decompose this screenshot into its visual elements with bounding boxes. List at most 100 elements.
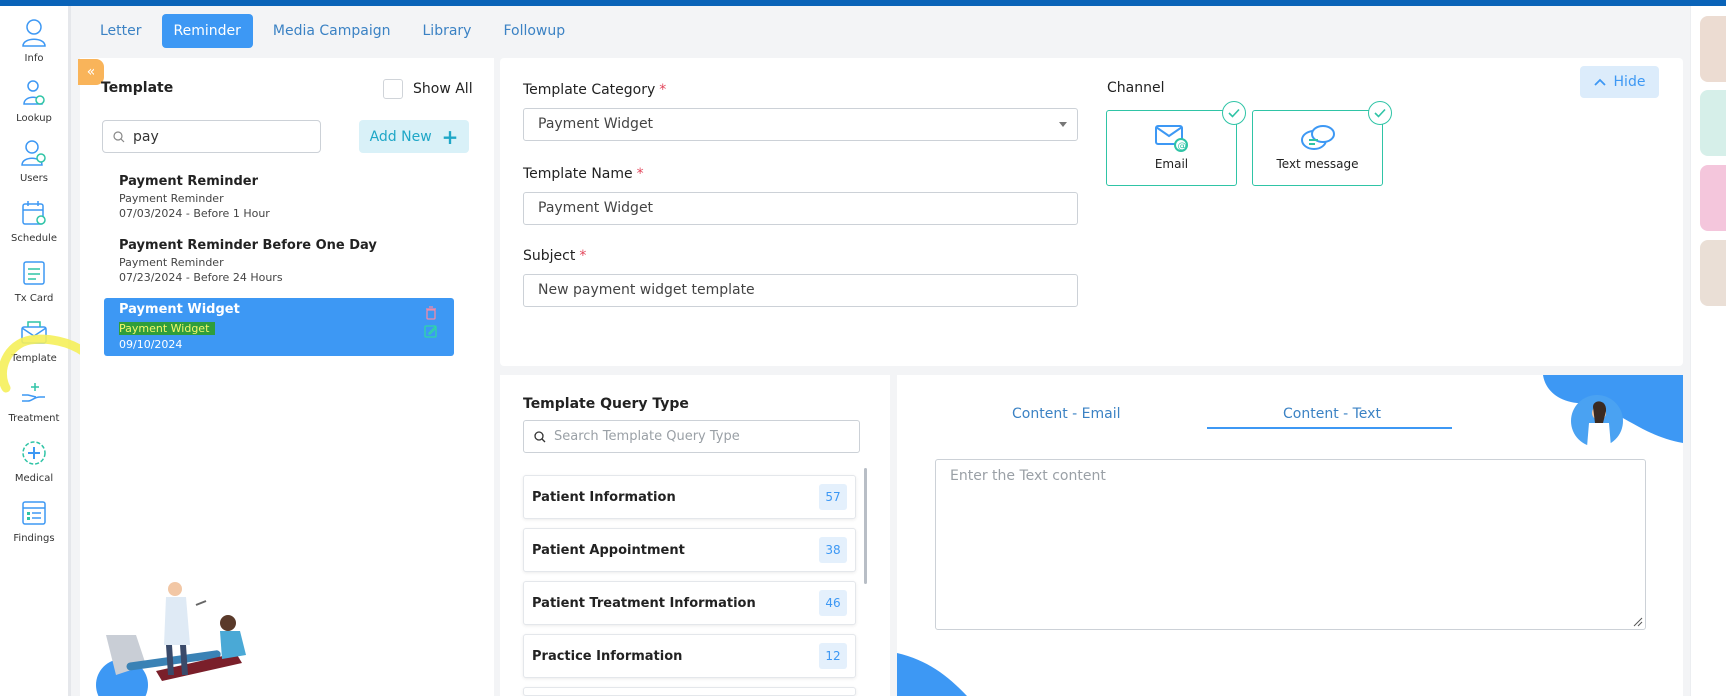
tab-reminder[interactable]: Reminder xyxy=(161,14,253,48)
nav-item-info[interactable]: Info xyxy=(0,12,68,74)
nav-label: Schedule xyxy=(11,233,57,244)
tab-library[interactable]: Library xyxy=(411,14,484,48)
search-value: pay xyxy=(133,128,159,145)
category-label: Template Category * xyxy=(523,82,667,98)
lookup-icon xyxy=(19,78,49,108)
tab-bar: Letter Reminder Media Campaign Library F… xyxy=(88,14,577,48)
nav-label: Medical xyxy=(14,473,54,484)
strip-tab[interactable] xyxy=(1700,90,1726,156)
query-row-name: Patient Treatment Information xyxy=(532,595,756,611)
resize-handle-icon[interactable] xyxy=(1633,617,1643,627)
active-tab-indicator xyxy=(1207,427,1452,429)
nav-item-users[interactable]: Users xyxy=(0,132,68,194)
email-icon: @ xyxy=(1154,125,1188,152)
findings-icon xyxy=(19,498,49,528)
users-icon xyxy=(19,138,49,168)
show-all-toggle[interactable]: Show All xyxy=(383,79,473,99)
search-icon xyxy=(534,430,546,442)
nav-item-lookup[interactable]: Lookup xyxy=(0,72,68,134)
nav-item-template[interactable]: Template xyxy=(0,312,68,374)
template-item-name: Payment Widget xyxy=(119,302,240,317)
query-type-title: Template Query Type xyxy=(523,396,689,412)
nav-label: Findings xyxy=(13,533,55,544)
right-strip xyxy=(1690,6,1726,696)
template-list-item[interactable]: Payment Reminder Before One Day Payment … xyxy=(104,234,454,288)
nav-label: Template xyxy=(11,353,57,364)
query-row[interactable]: Patient Treatment Information 46 xyxy=(523,581,856,625)
template-category-select[interactable]: Payment Widget xyxy=(523,108,1078,141)
tab-content-email[interactable]: Content - Email xyxy=(1012,406,1120,422)
query-row-name: Patient Information xyxy=(532,489,676,505)
subject-input[interactable]: New payment widget template xyxy=(523,274,1078,307)
add-new-button[interactable]: Add New + xyxy=(359,120,469,153)
strip-tab[interactable] xyxy=(1700,16,1726,82)
envelope-icon xyxy=(19,318,49,348)
query-row-count: 12 xyxy=(819,643,847,669)
nav-label: Tx Card xyxy=(14,293,54,304)
template-name-input[interactable]: Payment Widget xyxy=(523,192,1078,225)
query-row-count: 46 xyxy=(819,590,847,616)
chevron-down-icon xyxy=(1059,122,1067,127)
check-icon xyxy=(1222,101,1246,125)
channel-email-card[interactable]: @ Email xyxy=(1106,101,1246,186)
channel-text-message-card[interactable]: Text message xyxy=(1252,101,1392,186)
name-label: Template Name * xyxy=(523,166,644,182)
query-scrollbar[interactable] xyxy=(864,468,867,584)
strip-tab[interactable] xyxy=(1700,240,1726,306)
query-row[interactable]: Patient Information 57 xyxy=(523,475,856,519)
template-search-input[interactable]: pay xyxy=(102,120,321,153)
tab-followup[interactable]: Followup xyxy=(491,14,577,48)
tab-letter[interactable]: Letter xyxy=(88,14,154,48)
query-row-count: 57 xyxy=(819,484,847,510)
template-item-category: Payment Reminder xyxy=(119,192,224,205)
nav-label: Lookup xyxy=(16,113,52,124)
subject-label: Subject * xyxy=(523,248,587,264)
hide-label: Hide xyxy=(1613,74,1646,90)
show-all-checkbox[interactable] xyxy=(383,79,403,99)
trash-icon[interactable] xyxy=(424,306,438,320)
text-content-input[interactable]: Enter the Text content xyxy=(935,459,1646,630)
edit-icon[interactable] xyxy=(424,324,438,338)
plus-icon: + xyxy=(441,124,459,149)
tab-media-campaign[interactable]: Media Campaign xyxy=(261,14,403,48)
query-row-count: 38 xyxy=(819,537,847,563)
nav-item-schedule[interactable]: Schedule xyxy=(0,192,68,254)
template-list-item[interactable]: Payment Reminder Payment Reminder 07/03/… xyxy=(104,170,454,224)
nav-item-tx-card[interactable]: Tx Card xyxy=(0,252,68,314)
nav-item-medical[interactable]: Medical xyxy=(0,432,68,494)
channel-email-label: Email xyxy=(1154,157,1189,171)
query-row[interactable]: Patient Appointment 38 xyxy=(523,528,856,572)
query-row[interactable]: Practice Information 12 xyxy=(523,634,856,678)
template-list-item-selected[interactable]: Payment Widget Payment Widget 09/10/2024 xyxy=(104,298,454,356)
query-search-placeholder: Search Template Query Type xyxy=(554,429,740,444)
tab-content-text[interactable]: Content - Text xyxy=(1283,406,1381,422)
hide-button[interactable]: Hide xyxy=(1580,66,1659,98)
calendar-icon xyxy=(19,198,49,228)
show-all-label: Show All xyxy=(413,81,473,97)
channel-text-label: Text message xyxy=(1276,157,1359,171)
template-panel-title: Template xyxy=(101,80,174,96)
query-search-input[interactable]: Search Template Query Type xyxy=(523,420,860,453)
hand-icon xyxy=(19,378,49,408)
double-chevron-left-icon: « xyxy=(86,64,96,80)
nav-label: Treatment xyxy=(8,413,60,424)
chevron-up-icon xyxy=(1593,78,1606,86)
nav-label: Info xyxy=(24,53,44,64)
template-item-meta: 09/10/2024 xyxy=(119,338,183,351)
template-item-meta: 07/23/2024 - Before 24 Hours xyxy=(119,271,283,284)
query-row-partial[interactable] xyxy=(523,687,856,696)
user-icon xyxy=(19,18,49,48)
top-bar xyxy=(0,0,1726,6)
nav-item-findings[interactable]: Findings xyxy=(0,492,68,554)
strip-tab[interactable] xyxy=(1700,165,1726,231)
nav-item-treatment[interactable]: Treatment xyxy=(0,372,68,434)
add-new-label: Add New xyxy=(369,128,432,145)
template-item-meta: 07/03/2024 - Before 1 Hour xyxy=(119,207,270,220)
item-actions xyxy=(424,306,438,338)
nav-label: Users xyxy=(19,173,48,184)
template-item-category: Payment Widget xyxy=(119,322,216,335)
check-icon xyxy=(1368,101,1392,125)
channel-title: Channel xyxy=(1107,80,1165,96)
dentist-illustration xyxy=(96,582,246,696)
medical-icon xyxy=(19,438,49,468)
